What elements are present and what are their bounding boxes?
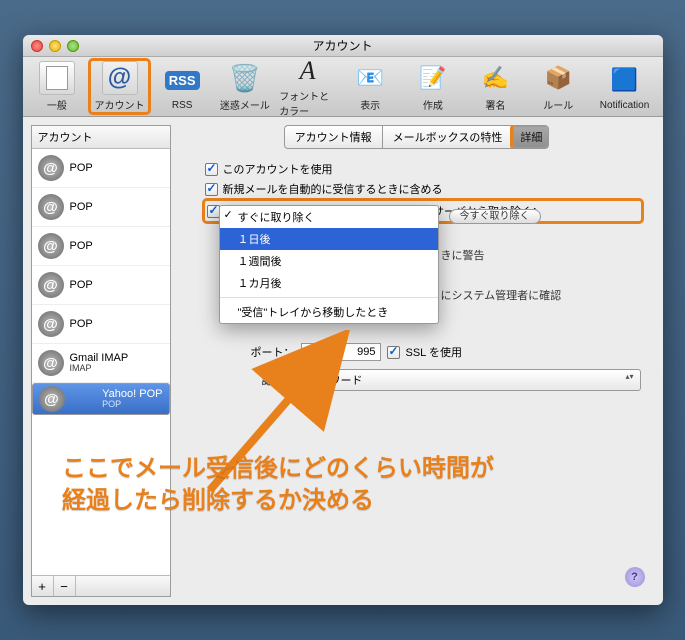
account-sub: POP — [102, 400, 162, 410]
checkbox-label: 新規メールを自動的に受信するときに含める — [223, 181, 443, 197]
accounts-sidebar: アカウント @ POP @ POP @ POP @ POP @ POP @Gmail IM… — [31, 125, 171, 597]
at-icon: @ — [102, 61, 138, 95]
account-row[interactable]: @ POP — [32, 305, 170, 344]
toolbar-label: アカウント — [95, 97, 145, 112]
compose-icon: 📝 — [415, 61, 451, 95]
auth-label: 認証： — [205, 372, 295, 388]
window-title: アカウント — [312, 37, 372, 54]
account-icon: @ — [38, 194, 64, 220]
toolbar-label: Notification — [600, 100, 649, 111]
account-name: POP — [70, 162, 93, 174]
dropdown-item[interactable]: すぐに取り除く — [220, 206, 438, 228]
account-icon: @ — [38, 350, 64, 376]
partial-text: きに警告 — [441, 247, 485, 263]
toolbar-general[interactable]: 一般 — [29, 61, 86, 112]
remove-now-button[interactable]: 今すぐ取り除く — [449, 209, 541, 224]
rules-icon: 📦 — [540, 61, 576, 95]
account-row-selected[interactable]: @Yahoo! POPPOP — [32, 383, 170, 415]
toolbar-label: 署名 — [486, 97, 506, 112]
chevron-updown-icon: ▴▾ — [625, 372, 633, 388]
tab-advanced[interactable]: 詳細 — [513, 126, 548, 148]
toolbar-label: RSS — [172, 100, 193, 111]
account-row[interactable]: @ POP — [32, 149, 170, 188]
account-row[interactable]: @ POP — [32, 188, 170, 227]
close-window[interactable] — [31, 40, 43, 52]
zoom-window[interactable] — [67, 40, 79, 52]
toolbar-label: フォントとカラー — [279, 88, 336, 118]
auth-value: パスワード — [308, 372, 363, 388]
checkbox-ssl[interactable] — [387, 346, 400, 359]
account-row[interactable]: @ POP — [32, 227, 170, 266]
tab-account-info[interactable]: アカウント情報 — [285, 126, 383, 148]
account-name: POP — [70, 201, 93, 213]
prefs-icon — [39, 61, 75, 95]
account-row[interactable]: @Gmail IMAPIMAP — [32, 344, 170, 383]
checkbox-remove-copy[interactable] — [207, 205, 220, 218]
rss-icon: RSS — [164, 62, 200, 98]
sidebar-header: アカウント — [32, 126, 170, 149]
account-name: POP — [70, 318, 93, 330]
dropdown-item[interactable]: １カ月後 — [220, 272, 438, 294]
add-account-button[interactable]: + — [32, 576, 54, 596]
checkbox-auto-include[interactable] — [205, 183, 218, 196]
account-row[interactable]: @ POP — [32, 266, 170, 305]
account-icon: @ — [38, 311, 64, 337]
toolbar-view[interactable]: 📧 表示 — [342, 61, 399, 112]
toolbar-junk[interactable]: 🗑️ 迷惑メール — [217, 61, 274, 112]
tab-mailbox[interactable]: メールボックスの特性 — [383, 126, 514, 148]
port-label: ポート： — [205, 344, 295, 360]
toolbar-notification[interactable]: 🟦 Notification — [593, 61, 657, 112]
notification-icon: 🟦 — [607, 62, 643, 98]
toolbar-accounts[interactable]: @ アカウント — [91, 61, 148, 112]
toolbar-fonts[interactable]: A フォントとカラー — [279, 61, 336, 112]
account-sub: IMAP — [70, 364, 129, 374]
toolbar-compose[interactable]: 📝 作成 — [405, 61, 462, 112]
checkbox-use-account[interactable] — [205, 163, 218, 176]
toolbar-signature[interactable]: ✍️ 署名 — [467, 61, 524, 112]
toolbar-label: 表示 — [360, 97, 380, 112]
font-icon: A — [290, 56, 326, 86]
toolbar-rules[interactable]: 📦 ルール — [530, 61, 587, 112]
dropdown-item[interactable]: "受信"トレイから移動したとき — [220, 301, 438, 323]
remove-account-button[interactable]: − — [54, 576, 76, 596]
remove-timing-dropdown: すぐに取り除く １日後 １週間後 １カ月後 "受信"トレイから移動したとき — [219, 205, 439, 324]
port-input[interactable] — [301, 343, 381, 361]
ssl-label: SSL を使用 — [406, 344, 462, 360]
account-name: POP — [70, 240, 93, 252]
toolbar-rss[interactable]: RSS RSS — [154, 61, 211, 112]
minimize-window[interactable] — [49, 40, 61, 52]
preferences-window: アカウント 一般 @ アカウント RSS RSS 🗑️ 迷惑メール A フォント… — [23, 35, 663, 605]
divider — [220, 297, 438, 298]
checkbox-label: このアカウントを使用 — [223, 161, 333, 177]
account-name: POP — [70, 279, 93, 291]
toolbar-label: 迷惑メール — [220, 97, 270, 112]
toolbar-label: ルール — [543, 97, 573, 112]
dropdown-item[interactable]: １週間後 — [220, 250, 438, 272]
toolbar-label: 一般 — [47, 97, 67, 112]
partial-text: にシステム管理者に確認 — [441, 287, 562, 303]
view-icon: 📧 — [352, 61, 388, 95]
toolbar: 一般 @ アカウント RSS RSS 🗑️ 迷惑メール A フォントとカラー 📧… — [23, 57, 663, 117]
account-icon: @ — [38, 155, 64, 181]
settings-panel: アカウント情報 メールボックスの特性 詳細 このアカウントを使用 新規メールを自… — [179, 125, 655, 597]
account-icon: @ — [38, 272, 64, 298]
titlebar: アカウント — [23, 35, 663, 57]
account-icon: @ — [39, 386, 65, 412]
account-list: @ POP @ POP @ POP @ POP @ POP @Gmail IMAPIMAP… — [32, 149, 170, 575]
help-button[interactable]: ? — [625, 567, 645, 587]
signature-icon: ✍️ — [478, 61, 514, 95]
junk-icon: 🗑️ — [227, 61, 263, 95]
auth-select[interactable]: パスワード ▴▾ — [301, 369, 641, 391]
toolbar-label: 作成 — [423, 97, 443, 112]
remove-now-container: 今すぐ取り除く — [441, 207, 541, 222]
dropdown-item-hover[interactable]: １日後 — [220, 228, 438, 250]
account-icon: @ — [38, 233, 64, 259]
